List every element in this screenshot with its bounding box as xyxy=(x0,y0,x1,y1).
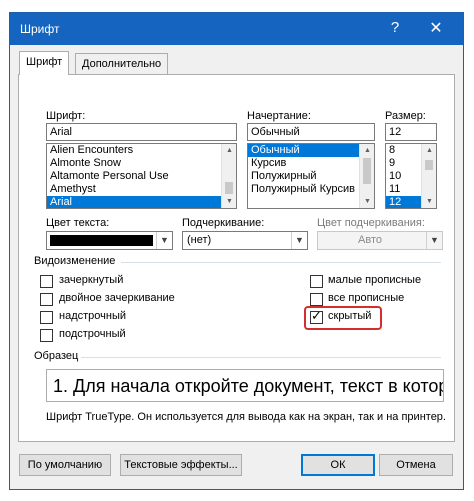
hidden-checkbox[interactable]: ✓ xyxy=(310,308,323,324)
cancel-button-label: Отмена xyxy=(396,459,436,471)
list-item[interactable]: Полужирный Курсив xyxy=(248,183,374,196)
text-effects-button[interactable]: Текстовые эффекты... xyxy=(120,454,242,476)
size-list[interactable]: 8 9 10 11 12 ▲ ▼ xyxy=(385,143,437,209)
font-list-scrollbar[interactable]: ▲ ▼ xyxy=(221,144,236,208)
font-input-value: Arial xyxy=(50,126,73,138)
underline-value: (нет) xyxy=(187,234,212,246)
scroll-thumb[interactable] xyxy=(363,158,371,184)
underline-color-value: Авто xyxy=(358,234,382,246)
style-list-scrollbar[interactable]: ▲ ▼ xyxy=(359,144,374,208)
double-strikethrough-checkbox[interactable] xyxy=(40,293,53,306)
font-list[interactable]: Alien Encounters Almonte Snow Altamonte … xyxy=(46,143,237,209)
style-input-value: Обычный xyxy=(251,126,300,138)
size-label: Размер: xyxy=(385,110,426,122)
close-button[interactable]: ✕ xyxy=(422,18,450,38)
text-color-dropdown[interactable]: ▼ xyxy=(46,231,173,250)
scroll-thumb[interactable] xyxy=(225,182,233,194)
style-input[interactable]: Обычный xyxy=(247,123,375,141)
tab-advanced[interactable]: Дополнительно xyxy=(75,53,169,75)
list-item[interactable]: Alien Encounters xyxy=(47,144,236,157)
small-caps-label: малые прописные xyxy=(328,274,422,286)
list-item[interactable]: Amethyst xyxy=(47,183,236,196)
dialog-title: Шрифт xyxy=(20,22,60,36)
strikethrough-checkbox[interactable] xyxy=(40,275,53,288)
size-input[interactable]: 12 xyxy=(385,123,437,141)
title-bar: Шрифт ? ✕ xyxy=(10,13,463,45)
set-default-button-label: По умолчанию xyxy=(27,459,103,471)
double-strikethrough-label: двойное зачеркивание xyxy=(59,292,175,304)
superscript-checkbox[interactable] xyxy=(40,311,53,324)
scroll-down-icon[interactable]: ▼ xyxy=(422,195,436,208)
underline-color-dropdown[interactable]: Авто ▼ xyxy=(317,231,443,250)
underline-dropdown[interactable]: (нет) ▼ xyxy=(182,231,308,250)
tab-font-label: Шрифт xyxy=(26,56,63,68)
sample-preview: 1. Для начала откройте документ, текст в… xyxy=(46,369,444,402)
scroll-up-icon[interactable]: ▲ xyxy=(222,144,236,157)
set-default-button[interactable]: По умолчанию xyxy=(19,454,111,476)
sample-note: Шрифт TrueType. Он используется для выво… xyxy=(46,411,446,423)
section-divider xyxy=(81,357,441,358)
all-caps-label: все прописные xyxy=(328,292,405,304)
tab-advanced-label: Дополнительно xyxy=(82,58,162,70)
list-item-selected[interactable]: 12 xyxy=(386,196,423,208)
style-list[interactable]: Обычный Курсив Полужирный Полужирный Кур… xyxy=(247,143,375,209)
scroll-up-icon[interactable]: ▲ xyxy=(360,144,374,157)
list-item[interactable]: Полужирный xyxy=(248,170,374,183)
strikethrough-label: зачеркнутый xyxy=(59,274,124,286)
scroll-down-icon[interactable]: ▼ xyxy=(360,195,374,208)
small-caps-checkbox[interactable] xyxy=(310,275,323,288)
tab-font[interactable]: Шрифт xyxy=(19,51,70,75)
subscript-checkbox[interactable] xyxy=(40,329,53,342)
list-item-selected[interactable]: Обычный xyxy=(248,144,374,157)
size-list-scrollbar[interactable]: ▲ ▼ xyxy=(421,144,436,208)
all-caps-checkbox[interactable] xyxy=(310,293,323,306)
text-color-label: Цвет текста: xyxy=(46,217,110,229)
list-item[interactable]: Almonte Snow xyxy=(47,157,236,170)
hidden-label: скрытый xyxy=(328,310,372,322)
checkmark-icon: ✓ xyxy=(311,308,322,323)
style-label: Начертание: xyxy=(247,110,311,122)
list-item-selected[interactable]: Arial xyxy=(47,196,236,208)
help-button[interactable]: ? xyxy=(384,19,406,36)
list-item[interactable]: Altamonte Personal Use xyxy=(47,170,236,183)
cancel-button[interactable]: Отмена xyxy=(379,454,453,476)
superscript-label: надстрочный xyxy=(59,310,126,322)
size-input-value: 12 xyxy=(389,126,402,138)
chevron-down-icon[interactable]: ▼ xyxy=(426,232,442,249)
font-label: Шрифт: xyxy=(46,110,86,122)
font-dialog: Шрифт ? ✕ Шрифт Дополнительно Шрифт: Ari… xyxy=(9,12,464,490)
scroll-thumb[interactable] xyxy=(425,160,433,170)
color-swatch xyxy=(50,235,153,246)
ok-button[interactable]: ОК xyxy=(301,454,375,476)
scroll-down-icon[interactable]: ▼ xyxy=(222,195,236,208)
list-item[interactable]: Курсив xyxy=(248,157,374,170)
sample-text: 1. Для начала откройте документ, текст в… xyxy=(53,376,443,396)
chevron-down-icon[interactable]: ▼ xyxy=(291,232,307,249)
underline-color-label: Цвет подчеркивания: xyxy=(317,217,425,229)
subscript-label: подстрочный xyxy=(59,328,126,340)
sample-section-label: Образец xyxy=(34,350,79,362)
effects-section-label: Видоизменение xyxy=(34,255,116,267)
ok-button-label: ОК xyxy=(330,459,346,471)
chevron-down-icon[interactable]: ▼ xyxy=(156,232,172,249)
font-input[interactable]: Arial xyxy=(46,123,237,141)
font-tab-panel: Шрифт: Arial Alien Encounters Almonte Sn… xyxy=(18,74,455,442)
scroll-up-icon[interactable]: ▲ xyxy=(422,144,436,157)
section-divider xyxy=(121,262,441,263)
text-effects-button-label: Текстовые эффекты... xyxy=(124,459,238,471)
underline-label: Подчеркивание: xyxy=(182,217,265,229)
